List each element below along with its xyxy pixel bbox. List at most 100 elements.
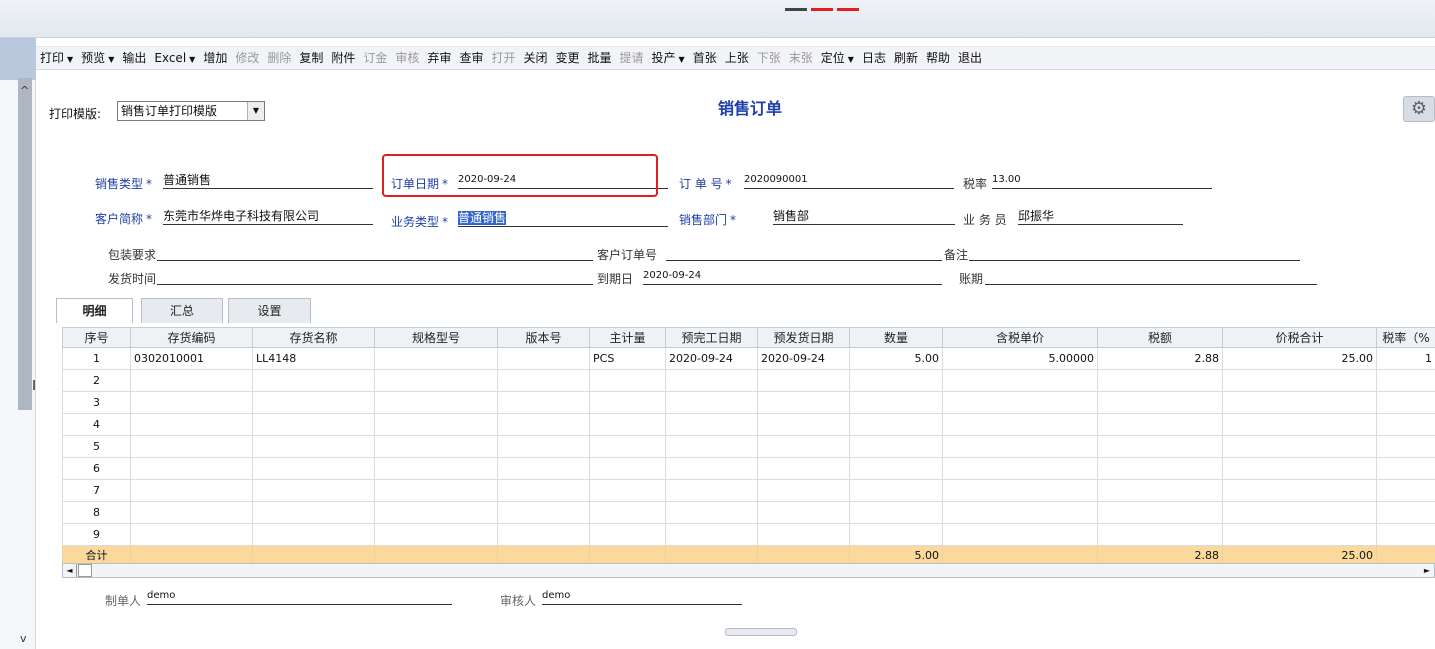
table-cell[interactable] — [757, 369, 850, 392]
table-cell[interactable]: 25.00 — [1222, 347, 1377, 370]
table-cell[interactable] — [1222, 457, 1377, 480]
table-cell[interactable] — [374, 347, 498, 370]
table-cell[interactable] — [589, 501, 666, 524]
table-cell[interactable] — [1376, 523, 1435, 546]
table-row[interactable]: 4 — [62, 413, 1435, 436]
toolbar-button[interactable]: 打开 — [487, 47, 519, 69]
table-cell[interactable] — [374, 457, 498, 480]
table-row[interactable]: 1 0302010001 LL4148 PCS 2020-09-24 2020-09-24… — [62, 347, 1435, 370]
table-row[interactable]: 3 — [62, 391, 1435, 414]
horizontal-scrollbar[interactable]: ◄ ► — [62, 563, 1435, 578]
toolbar-button[interactable]: 变更 — [551, 47, 583, 69]
table-cell[interactable] — [942, 523, 1098, 546]
table-cell[interactable]: 2020-09-24 — [757, 347, 850, 370]
table-row[interactable]: 5 — [62, 435, 1435, 458]
table-cell[interactable]: 8 — [62, 501, 131, 524]
toolbar-button[interactable]: 订金 — [359, 47, 391, 69]
table-cell[interactable] — [130, 413, 253, 436]
table-cell[interactable] — [374, 523, 498, 546]
column-header[interactable]: 存货名称 — [252, 327, 375, 348]
table-cell[interactable] — [1376, 413, 1435, 436]
toolbar-button[interactable]: 批量 — [584, 47, 616, 69]
scroll-down-icon[interactable]: v — [20, 632, 27, 645]
table-cell[interactable] — [1222, 435, 1377, 458]
table-cell[interactable]: 0302010001 — [130, 347, 253, 370]
toolbar-button[interactable]: 附件 — [327, 47, 359, 69]
table-cell[interactable] — [757, 523, 850, 546]
ship-time-field[interactable] — [157, 268, 593, 285]
table-cell[interactable] — [497, 369, 590, 392]
table-cell[interactable] — [589, 479, 666, 502]
table-cell[interactable]: 7 — [62, 479, 131, 502]
table-cell[interactable] — [849, 435, 943, 458]
table-row[interactable]: 8 — [62, 501, 1435, 524]
table-cell[interactable] — [252, 523, 375, 546]
table-cell[interactable]: 4 — [62, 413, 131, 436]
toolbar-button[interactable]: 预览 ▼ — [77, 47, 118, 69]
table-cell[interactable] — [1222, 413, 1377, 436]
order-no-field[interactable]: 2020090001 — [744, 172, 954, 189]
table-cell[interactable] — [757, 391, 850, 414]
table-row[interactable]: 9 — [62, 523, 1435, 546]
toolbar-button[interactable]: 上张 — [721, 47, 753, 69]
table-cell[interactable] — [130, 479, 253, 502]
table-cell[interactable] — [130, 369, 253, 392]
table-cell[interactable] — [757, 479, 850, 502]
table-cell[interactable] — [665, 435, 758, 458]
table-cell[interactable] — [589, 413, 666, 436]
table-cell[interactable] — [1097, 435, 1223, 458]
column-header[interactable]: 预发货日期 — [757, 327, 850, 348]
table-cell[interactable] — [589, 457, 666, 480]
chevron-down-icon[interactable]: ▼ — [189, 55, 195, 64]
table-cell[interactable] — [589, 435, 666, 458]
table-cell[interactable] — [942, 501, 1098, 524]
table-cell[interactable]: LL4148 — [252, 347, 375, 370]
scroll-left-icon[interactable]: ◄ — [63, 564, 77, 577]
column-header[interactable]: 序号 — [62, 327, 131, 348]
table-cell[interactable]: 5.00000 — [942, 347, 1098, 370]
table-cell[interactable] — [1222, 391, 1377, 414]
toolbar-button[interactable]: 退出 — [954, 47, 986, 69]
tab-summary[interactable]: 汇总 — [141, 298, 223, 323]
tab-settings[interactable]: 设置 — [228, 298, 311, 323]
table-cell[interactable] — [1222, 523, 1377, 546]
table-cell[interactable] — [1222, 501, 1377, 524]
table-cell[interactable] — [849, 391, 943, 414]
table-cell[interactable]: 5 — [62, 435, 131, 458]
table-cell[interactable]: 5.00 — [849, 347, 943, 370]
table-cell[interactable]: 2 — [62, 369, 131, 392]
table-cell[interactable] — [849, 369, 943, 392]
table-cell[interactable] — [665, 523, 758, 546]
tax-rate-field[interactable]: 13.00 — [992, 172, 1212, 189]
table-cell[interactable] — [1097, 413, 1223, 436]
table-cell[interactable]: 9 — [62, 523, 131, 546]
chevron-down-icon[interactable]: ▼ — [679, 55, 685, 64]
rail-splitter[interactable] — [33, 380, 35, 390]
table-cell[interactable] — [942, 435, 1098, 458]
table-cell[interactable] — [942, 369, 1098, 392]
collapse-handle[interactable] — [725, 628, 797, 636]
table-cell[interactable] — [497, 435, 590, 458]
toolbar-button[interactable]: 增加 — [199, 47, 231, 69]
table-cell[interactable] — [497, 501, 590, 524]
scroll-up-icon[interactable]: ^ — [20, 84, 29, 97]
table-cell[interactable] — [497, 347, 590, 370]
table-cell[interactable] — [252, 457, 375, 480]
toolbar-button[interactable]: 复制 — [295, 47, 327, 69]
print-template-select[interactable]: 销售订单打印模版 ▼ — [117, 101, 265, 121]
table-cell[interactable] — [1097, 391, 1223, 414]
toolbar-button[interactable]: 提请 — [616, 47, 648, 69]
table-cell[interactable] — [589, 369, 666, 392]
chevron-down-icon[interactable]: ▼ — [67, 55, 73, 64]
business-type-field[interactable]: 普通销售 — [458, 210, 668, 227]
account-period-field[interactable] — [985, 268, 1317, 285]
column-header[interactable]: 含税单价 — [942, 327, 1098, 348]
table-cell[interactable] — [1376, 369, 1435, 392]
table-cell[interactable] — [1376, 501, 1435, 524]
table-cell[interactable] — [757, 413, 850, 436]
table-cell[interactable] — [374, 435, 498, 458]
table-cell[interactable] — [849, 413, 943, 436]
column-header[interactable]: 版本号 — [497, 327, 590, 348]
remark-field[interactable] — [969, 244, 1300, 261]
toolbar-button[interactable]: 弃审 — [423, 47, 455, 69]
